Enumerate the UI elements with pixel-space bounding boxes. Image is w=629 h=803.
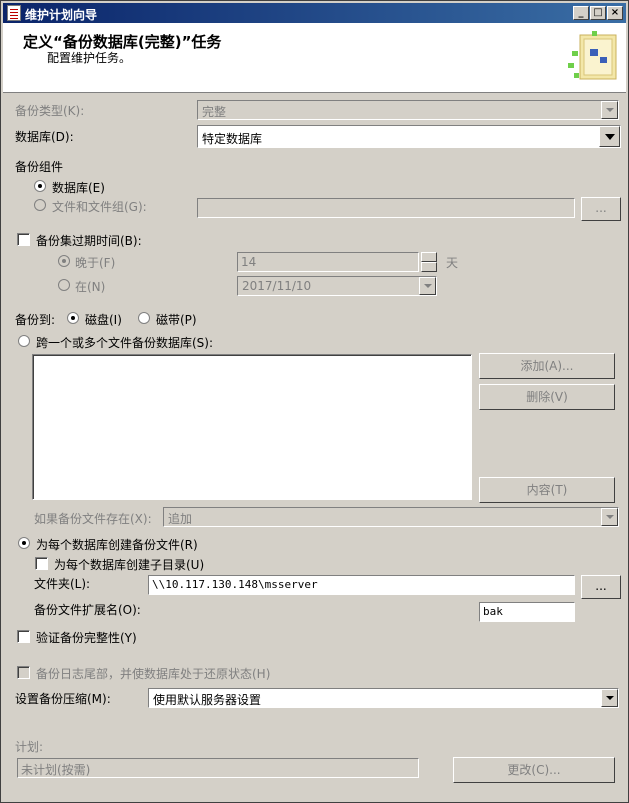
folder-input[interactable]: \\10.117.130.148\msserver xyxy=(148,575,575,595)
subdir-label: 为每个数据库创建子目录(U) xyxy=(54,558,205,572)
expire-checkbox[interactable] xyxy=(17,233,30,246)
folder-value: \\10.117.130.148\msserver xyxy=(152,578,318,591)
if-exists-value: 追加 xyxy=(168,512,193,526)
component-files-label: 文件和文件组(G): xyxy=(52,200,147,214)
wizard-window: 维护计划向导 _ □ × 定义“备份数据库(完整)”任务 配置维护任务。 备份类… xyxy=(0,0,629,803)
expire-on-radio[interactable] xyxy=(58,279,70,291)
component-database-radio[interactable] xyxy=(34,180,46,192)
backup-files-list[interactable] xyxy=(32,354,472,500)
schedule-label: 计划: xyxy=(15,740,44,754)
chevron-down-icon xyxy=(601,101,618,119)
span-files-label: 跨一个或多个文件备份数据库(S): xyxy=(36,336,214,350)
folder-label: 文件夹(L): xyxy=(34,577,91,591)
app-icon xyxy=(7,5,21,21)
backup-type-select[interactable]: 完整 xyxy=(197,100,619,120)
wizard-banner-icon xyxy=(568,31,617,80)
per-db-radio[interactable] xyxy=(18,537,30,549)
tail-log-label: 备份日志尾部，并使数据库处于还原状态(H) xyxy=(36,667,271,681)
close-button[interactable]: × xyxy=(607,6,623,20)
subdir-checkbox[interactable] xyxy=(35,557,48,570)
files-input[interactable] xyxy=(197,198,575,218)
chevron-down-icon xyxy=(601,689,618,707)
compression-value: 使用默认服务器设置 xyxy=(153,693,262,707)
chevron-down-icon xyxy=(601,508,618,526)
schedule-value: 未计划(按需) xyxy=(21,763,91,777)
compression-select[interactable]: 使用默认服务器设置 xyxy=(148,688,619,708)
expire-date-picker[interactable]: 2017/11/10 xyxy=(237,276,437,296)
database-select[interactable]: 特定数据库 xyxy=(197,125,621,148)
backup-to-tape-label: 磁带(P) xyxy=(156,313,197,327)
files-browse-button[interactable]: ... xyxy=(581,197,621,221)
extension-value: bak xyxy=(483,605,503,618)
maximize-button[interactable]: □ xyxy=(590,6,606,20)
span-files-radio[interactable] xyxy=(18,335,30,347)
expire-days-input[interactable]: 14 xyxy=(237,252,419,272)
if-exists-label: 如果备份文件存在(X): xyxy=(34,512,152,526)
chevron-down-icon xyxy=(419,277,436,295)
add-file-button[interactable]: 添加(A)... xyxy=(479,353,615,379)
database-value: 特定数据库 xyxy=(202,132,263,146)
expire-label: 备份集过期时间(B): xyxy=(36,234,142,248)
component-database-label: 数据库(E) xyxy=(52,181,105,195)
wizard-header: 定义“备份数据库(完整)”任务 配置维护任务。 xyxy=(3,23,626,93)
remove-file-button[interactable]: 删除(V) xyxy=(479,384,615,410)
if-exists-select[interactable]: 追加 xyxy=(163,507,619,527)
database-label: 数据库(D): xyxy=(15,130,74,144)
title-bar: 维护计划向导 _ □ × xyxy=(3,3,626,23)
expire-unit-label: 天 xyxy=(446,256,459,270)
expire-after-label: 晚于(F) xyxy=(75,256,116,270)
backup-to-disk-radio[interactable] xyxy=(67,312,79,324)
tail-log-checkbox[interactable] xyxy=(17,666,30,679)
page-subtitle: 配置维护任务。 xyxy=(47,51,132,65)
window-title: 维护计划向导 xyxy=(25,8,98,22)
schedule-input[interactable]: 未计划(按需) xyxy=(17,758,419,778)
backup-type-value: 完整 xyxy=(202,105,227,119)
chevron-down-icon xyxy=(599,126,620,147)
backup-component-label: 备份组件 xyxy=(15,160,64,174)
expire-days-value: 14 xyxy=(241,255,257,269)
backup-to-disk-label: 磁盘(I) xyxy=(85,313,122,327)
verify-label: 验证备份完整性(Y) xyxy=(36,631,137,645)
extension-label: 备份文件扩展名(O): xyxy=(34,603,141,617)
expire-on-label: 在(N) xyxy=(75,280,106,294)
extension-input[interactable]: bak xyxy=(479,602,575,622)
per-db-label: 为每个数据库创建备份文件(R) xyxy=(36,538,198,552)
component-files-radio[interactable] xyxy=(34,199,46,211)
contents-button[interactable]: 内容(T) xyxy=(479,477,615,503)
expire-after-radio[interactable] xyxy=(58,255,70,267)
minimize-button[interactable]: _ xyxy=(573,6,589,20)
folder-browse-button[interactable]: ... xyxy=(581,575,621,599)
expire-days-spinner[interactable] xyxy=(421,252,437,272)
backup-to-tape-radio[interactable] xyxy=(138,312,150,324)
backup-to-label: 备份到: xyxy=(15,313,56,327)
compression-label: 设置备份压缩(M): xyxy=(15,692,111,706)
change-schedule-button[interactable]: 更改(C)... xyxy=(453,757,615,783)
expire-date-value: 2017/11/10 xyxy=(242,279,312,293)
backup-type-label: 备份类型(K): xyxy=(15,104,85,118)
verify-checkbox[interactable] xyxy=(17,630,30,643)
